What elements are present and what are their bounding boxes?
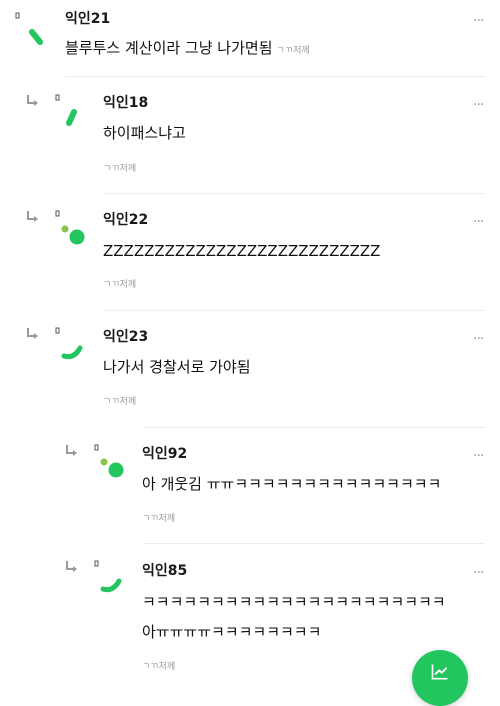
more-icon[interactable]: ··· bbox=[473, 332, 484, 346]
comment-text: 블루투스 계산이라 그냥 나가면됨 ㄱㄲ저께 bbox=[65, 38, 310, 61]
comment-text-line-1: ㅋㅋㅋㅋㅋㅋㅋㅋㅋㅋㅋㅋㅋㅋㅋㅋㅋㅋㅋㅋㅋㅋ bbox=[142, 593, 446, 611]
stats-fab-button[interactable] bbox=[412, 650, 468, 706]
avatar bbox=[55, 327, 83, 360]
reply-arrow-icon bbox=[27, 328, 38, 339]
author-name[interactable]: 익인18 bbox=[103, 94, 148, 112]
comment-time: ㄱㄲ저께 bbox=[103, 280, 137, 290]
avatar bbox=[55, 210, 85, 245]
chart-icon bbox=[431, 664, 448, 680]
separator bbox=[65, 76, 485, 77]
comment-text: ZZZZZZZZZZZZZZZZZZZZZZZZZZZ bbox=[103, 242, 381, 260]
separator bbox=[143, 543, 485, 544]
avatar bbox=[55, 94, 77, 126]
more-icon[interactable]: ··· bbox=[473, 14, 484, 28]
comment-text-line-2: 아ㅠㅠㅠㅠㅋㅋㅋㅋㅋㅋㅋㅋ bbox=[142, 623, 322, 641]
author-name[interactable]: 익인21 bbox=[65, 10, 110, 28]
avatar bbox=[94, 560, 122, 593]
comment-time: ㄱㄲ저께 bbox=[103, 164, 137, 174]
more-icon[interactable]: ··· bbox=[473, 98, 484, 112]
separator bbox=[103, 193, 485, 194]
comment-time: ㄱㄲ저께 bbox=[103, 397, 137, 407]
reply-arrow-icon bbox=[27, 95, 38, 106]
reply-arrow-icon bbox=[27, 211, 38, 222]
author-name[interactable]: 익인22 bbox=[103, 211, 148, 229]
comment-text-content: 블루투스 계산이라 그냥 나가면됨 bbox=[65, 39, 273, 57]
separator bbox=[103, 310, 485, 311]
more-icon[interactable]: ··· bbox=[473, 566, 484, 580]
avatar bbox=[94, 444, 124, 478]
reply-arrow-icon bbox=[66, 561, 77, 572]
comment-time: ㄱㄲ저께 bbox=[142, 662, 176, 672]
author-name[interactable]: 익인92 bbox=[142, 445, 187, 463]
comment-text: 하이패스냐고 bbox=[103, 124, 186, 142]
separator bbox=[143, 427, 485, 428]
comment-time: ㄱㄲ저께 bbox=[276, 46, 310, 56]
avatar bbox=[15, 12, 43, 45]
author-name[interactable]: 익인23 bbox=[103, 328, 148, 346]
comment-text: 아 개웃김 ㅠㅠㅋㅋㅋㅋㅋㅋㅋㅋㅋㅋㅋㅋㅋㅋㅋ bbox=[142, 475, 442, 493]
comment-text: 나가서 경찰서로 가야됨 bbox=[103, 358, 251, 376]
more-icon[interactable]: ··· bbox=[473, 449, 484, 463]
reply-arrow-icon bbox=[66, 445, 77, 456]
author-name[interactable]: 익인85 bbox=[142, 562, 187, 580]
more-icon[interactable]: ··· bbox=[473, 215, 484, 229]
comment-time: ㄱㄲ저께 bbox=[142, 514, 176, 524]
